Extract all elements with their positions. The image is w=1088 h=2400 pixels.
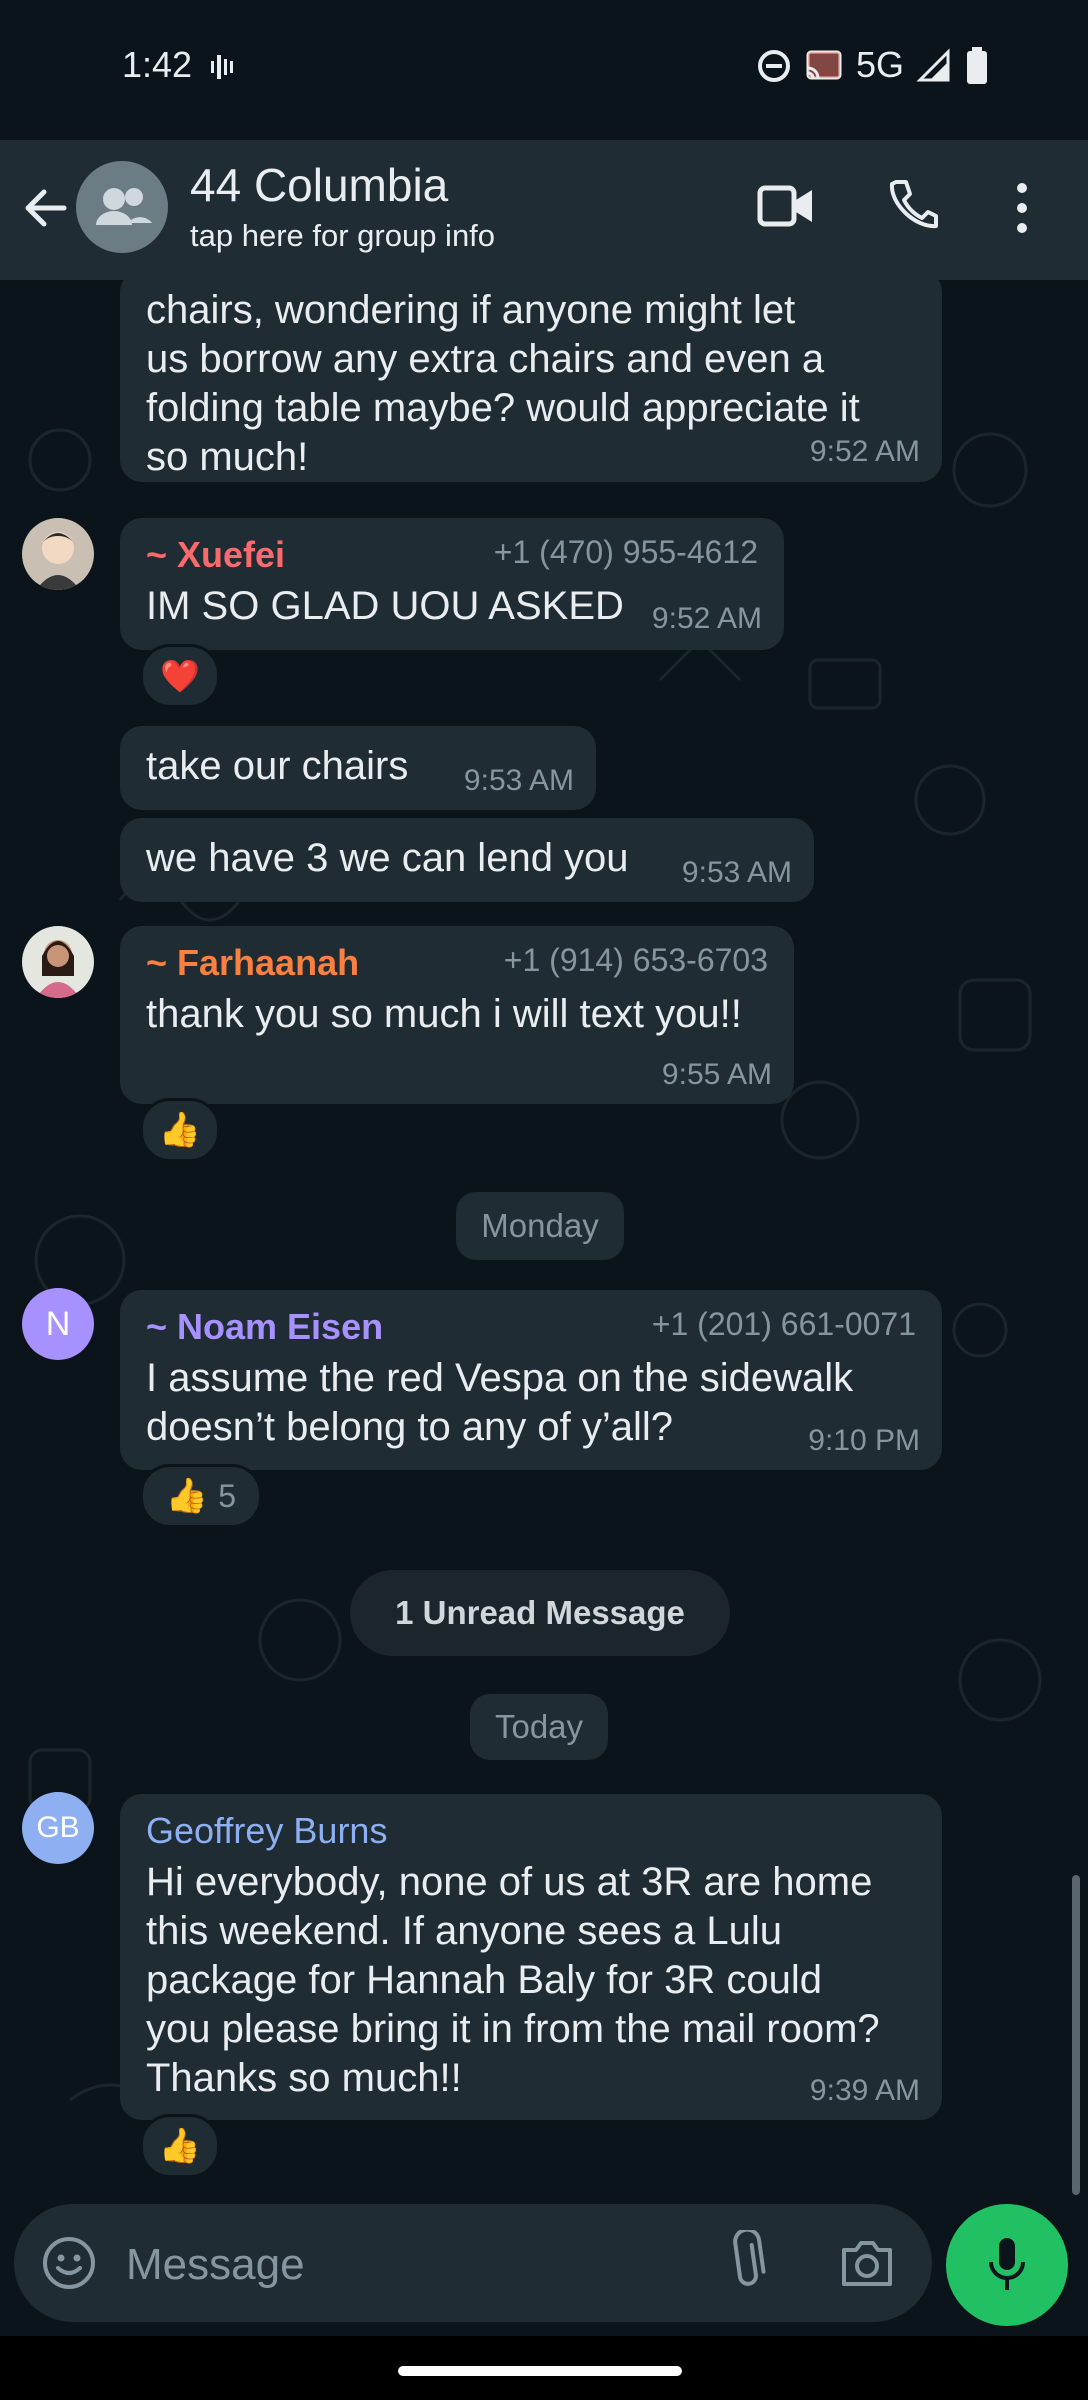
do-not-disturb-icon <box>758 50 790 82</box>
cast-icon <box>806 50 842 80</box>
avatar-geoffrey[interactable]: GB <box>22 1792 94 1864</box>
video-call-icon[interactable] <box>756 178 816 234</box>
sender-name[interactable]: ~ Farhaanah <box>146 942 359 984</box>
message-bubble[interactable]: take our chairs 9:53 AM <box>120 726 596 810</box>
reaction-badge[interactable]: 👍 5 <box>140 1464 262 1528</box>
date-divider: Monday <box>456 1192 624 1260</box>
scrollbar[interactable] <box>1072 1875 1080 2195</box>
message-text: this weekend. If anyone sees a Lulu <box>146 1909 782 1953</box>
avatar-xuefei[interactable] <box>22 518 94 590</box>
message-bubble[interactable]: chairs, wondering if anyone might let us… <box>120 280 942 482</box>
message-bubble[interactable]: ~ Farhaanah +1 (914) 653-6703 thank you … <box>120 926 794 1104</box>
message-text: folding table maybe? would appreciate it <box>146 386 860 430</box>
chat-area[interactable]: chairs, wondering if anyone might let us… <box>0 280 1088 2200</box>
message-text: doesn’t belong to any of y’all? <box>146 1405 674 1449</box>
message-time: 9:52 AM <box>651 602 762 635</box>
reaction-count: 5 <box>218 1477 237 1514</box>
date-divider: Today <box>470 1694 608 1760</box>
camera-icon[interactable] <box>838 2234 896 2290</box>
group-subtitle[interactable]: tap here for group info <box>190 218 495 254</box>
message-text: you please bring it in from the mail roo… <box>146 2007 880 2051</box>
status-time: 1:42 <box>122 44 193 85</box>
reaction-badge[interactable]: 👍 <box>140 2114 220 2178</box>
phone-call-icon[interactable] <box>886 176 938 232</box>
message-time: 9:53 AM <box>463 764 574 797</box>
group-avatar-icon <box>96 188 152 225</box>
system-nav-bar <box>0 2336 1088 2400</box>
network-type: 5G <box>856 44 905 85</box>
sender-phone: +1 (470) 955-4612 <box>493 534 758 570</box>
message-text: we have 3 we can lend you <box>146 836 629 880</box>
group-avatar[interactable] <box>76 161 168 253</box>
avatar-farhaanah[interactable] <box>22 926 94 998</box>
emoji-icon[interactable] <box>40 2234 98 2292</box>
message-text: thank you so much i will text you!! <box>146 992 742 1036</box>
reaction-badge[interactable]: 👍 <box>140 1098 220 1162</box>
message-input[interactable]: Message <box>126 2240 305 2290</box>
more-options-icon[interactable] <box>1012 180 1032 236</box>
thumbs-up-reaction-icon: 👍 <box>158 1111 202 1149</box>
avatar-noam[interactable]: N <box>22 1288 94 1360</box>
sender-phone: +1 (201) 661-0071 <box>651 1306 916 1342</box>
message-text: package for Hannah Baly for 3R could <box>146 1958 822 2002</box>
message-text: take our chairs <box>146 744 409 788</box>
sender-name[interactable]: ~ Xuefei <box>146 534 285 576</box>
message-text: us borrow any extra chairs and even a <box>146 337 825 381</box>
status-bar: 1:42 5G <box>0 0 1088 140</box>
reaction-badge[interactable]: ❤️ <box>140 644 220 708</box>
voice-message-button[interactable] <box>946 2204 1068 2326</box>
message-text: I assume the red Vespa on the sidewalk <box>146 1356 854 1400</box>
message-composer[interactable]: Message <box>14 2204 932 2322</box>
message-time: 9:10 PM <box>808 1424 920 1457</box>
profile-photo-icon <box>22 518 94 590</box>
chat-header[interactable]: 44 Columbia tap here for group info <box>0 140 1088 280</box>
thumbs-up-reaction-icon: 👍 <box>165 1477 209 1515</box>
message-time: 9:39 AM <box>809 2074 920 2107</box>
message-text: Hi everybody, none of us at 3R are home <box>146 1860 873 1904</box>
message-bubble[interactable]: ~ Noam Eisen +1 (201) 661-0071 I assume … <box>120 1290 942 1470</box>
sender-name[interactable]: Geoffrey Burns <box>146 1810 387 1852</box>
group-title[interactable]: 44 Columbia <box>190 158 448 212</box>
message-time: 9:55 AM <box>661 1058 772 1091</box>
message-bubble[interactable]: we have 3 we can lend you 9:53 AM <box>120 818 814 902</box>
message-bubble[interactable]: ~ Xuefei +1 (470) 955-4612 IM SO GLAD UO… <box>120 518 784 650</box>
message-text: so much! <box>146 435 309 479</box>
mic-icon <box>989 2238 1025 2290</box>
sender-phone: +1 (914) 653-6703 <box>503 942 768 978</box>
signal-icon <box>916 48 950 82</box>
message-text: IM SO GLAD UOU ASKED <box>146 584 624 628</box>
profile-photo-icon <box>22 926 94 998</box>
message-time: 9:52 AM <box>809 435 920 468</box>
home-gesture-handle[interactable] <box>398 2366 682 2376</box>
message-text: chairs, wondering if anyone might let <box>146 288 796 332</box>
thumbs-up-reaction-icon: 👍 <box>158 2127 202 2165</box>
unread-divider: 1 Unread Message <box>350 1570 730 1656</box>
message-text: Thanks so much!! <box>146 2056 462 2100</box>
heart-reaction-icon: ❤️ <box>160 658 200 694</box>
back-arrow-icon[interactable] <box>18 180 74 236</box>
battery-icon <box>967 47 987 84</box>
attach-icon[interactable] <box>726 2230 766 2294</box>
message-time: 9:53 AM <box>681 856 792 889</box>
message-bubble[interactable]: Geoffrey Burns Hi everybody, none of us … <box>120 1794 942 2120</box>
sender-name[interactable]: ~ Noam Eisen <box>146 1306 383 1348</box>
vibrate-icon <box>211 55 233 79</box>
